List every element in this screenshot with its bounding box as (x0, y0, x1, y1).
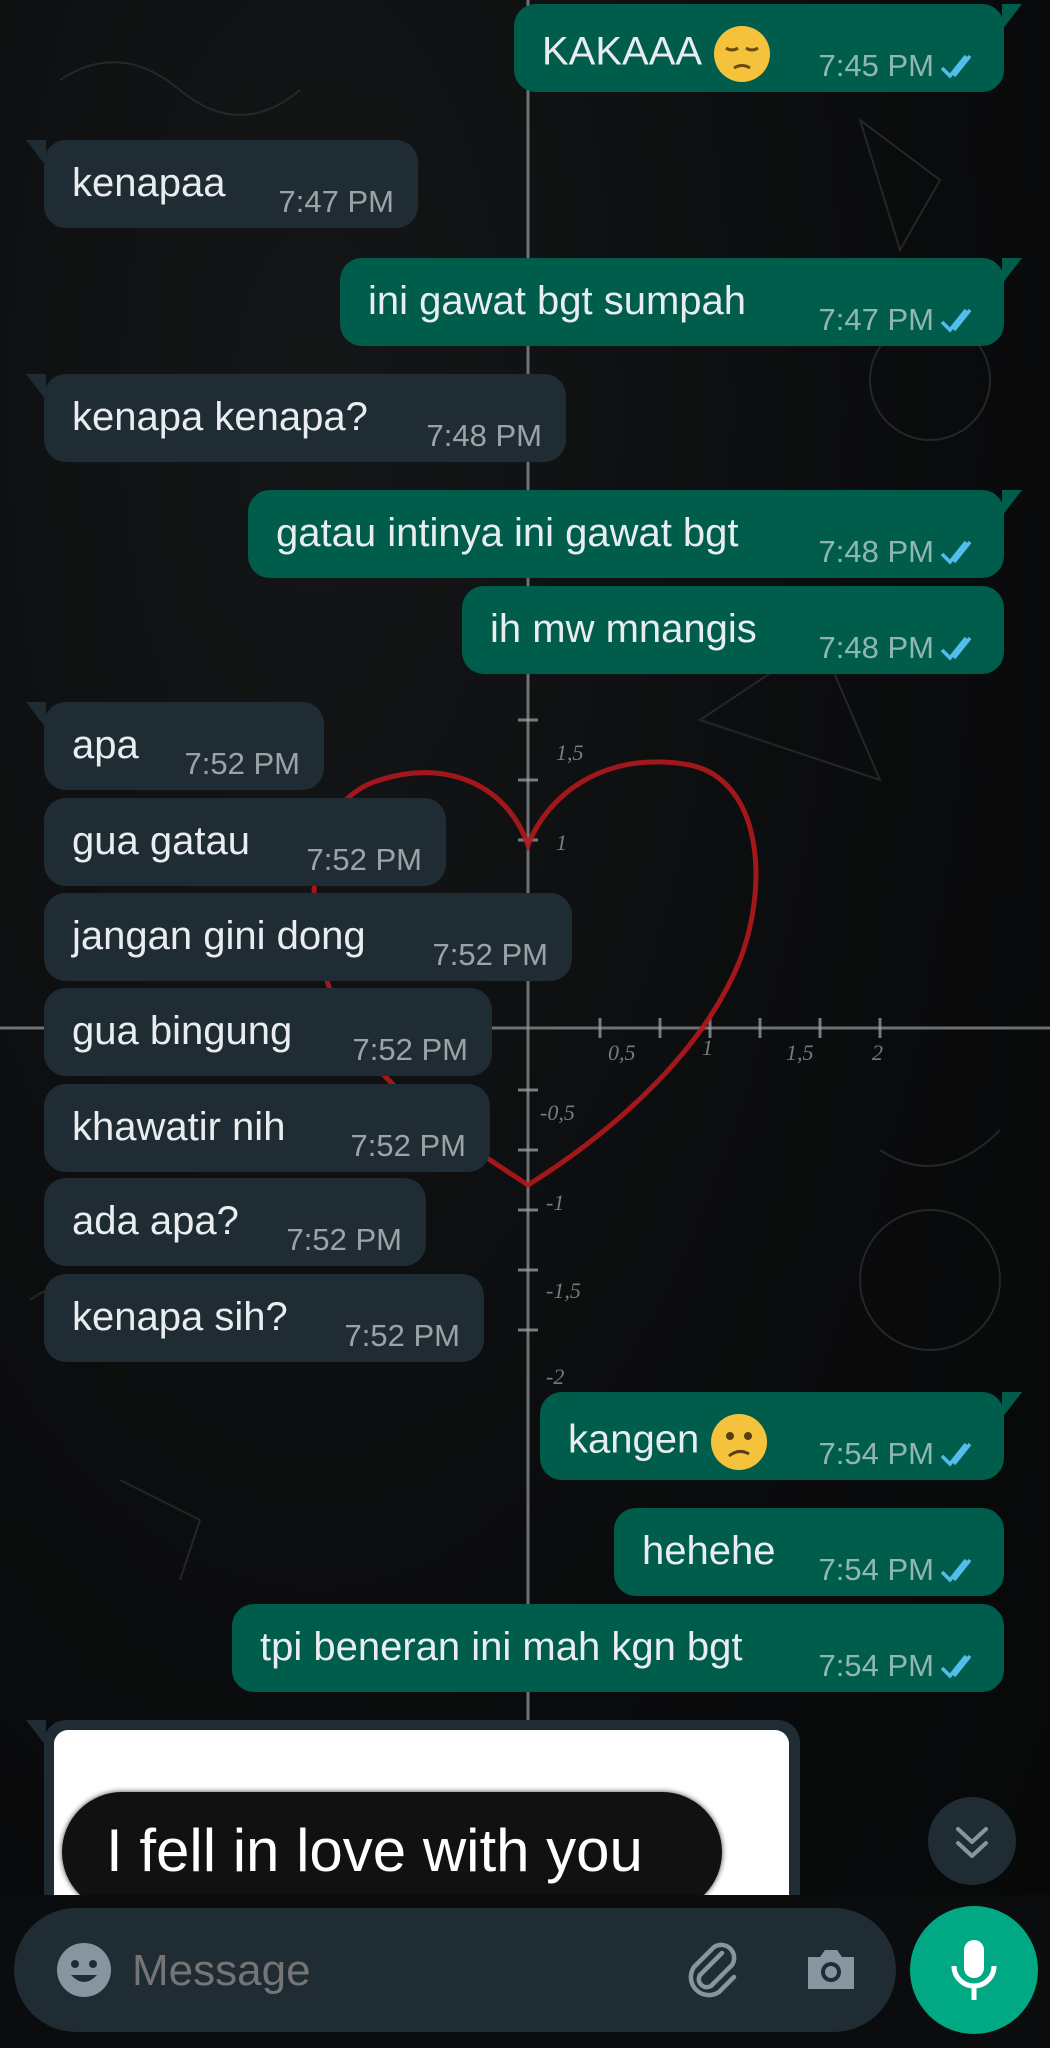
scroll-to-bottom-button[interactable] (928, 1797, 1016, 1885)
message-text: gatau intinya ini gawat bgt (276, 511, 739, 555)
outgoing-message[interactable]: ini gawat bgt sumpah 7:47 PM (340, 258, 1022, 346)
outgoing-message[interactable]: kangen 7:54 PM (540, 1392, 1022, 1480)
incoming-message[interactable]: khawatir nih 7:52 PM (44, 1084, 490, 1172)
bubble-tail (26, 702, 46, 728)
outgoing-message[interactable]: hehehe 7:54 PM (614, 1508, 1004, 1596)
mic-icon (951, 1940, 997, 2000)
message-time: 7:47 PM (278, 184, 394, 219)
message-time: 7:54 PM (818, 1436, 934, 1471)
axis-tick-label: 2 (872, 1040, 883, 1065)
outgoing-message[interactable]: gatau intinya ini gawat bgt 7:48 PM (248, 490, 1022, 578)
message-text: jangan gini dong (72, 914, 366, 958)
message-time: 7:52 PM (344, 1318, 460, 1353)
message-time: 7:52 PM (306, 842, 422, 877)
message-composer[interactable] (14, 1908, 896, 2032)
message-text: tpi beneran ini mah kgn bgt (260, 1625, 743, 1669)
message-time: 7:52 PM (352, 1032, 468, 1067)
message-input[interactable] (132, 1946, 652, 1996)
bubble-tail (26, 1720, 46, 1746)
axis-tick-label: 1 (556, 830, 567, 855)
outgoing-message[interactable]: tpi beneran ini mah kgn bgt 7:54 PM (232, 1604, 1004, 1692)
emoji-icon[interactable] (54, 1940, 114, 2000)
message-text: kenapaa (72, 161, 226, 205)
incoming-message[interactable]: jangan gini dong 7:52 PM (44, 893, 572, 981)
bubble-tail (26, 140, 46, 166)
message-time: 7:52 PM (432, 937, 548, 972)
incoming-message[interactable]: gua gatau 7:52 PM (44, 798, 446, 886)
outgoing-message[interactable]: ih mw mnangis 7:48 PM (462, 586, 1004, 674)
axis-tick-label: 1,5 (556, 740, 584, 765)
axis-tick-label: -2 (546, 1364, 564, 1389)
image-caption-text: I fell in love with you (106, 1817, 643, 1884)
message-time: 7:48 PM (426, 418, 542, 453)
read-ticks-icon (940, 54, 972, 79)
incoming-message[interactable]: apa 7:52 PM (26, 702, 324, 790)
bubble-tail (1002, 490, 1022, 516)
incoming-message[interactable]: kenapa sih? 7:52 PM (44, 1274, 484, 1362)
read-ticks-icon (940, 636, 972, 661)
attach-icon[interactable] (682, 1939, 744, 2001)
message-time: 7:48 PM (818, 630, 934, 665)
confused-face-icon (711, 1414, 768, 1470)
incoming-message[interactable]: ada apa? 7:52 PM (44, 1178, 426, 1266)
message-text: gua gatau (72, 819, 250, 863)
camera-icon[interactable] (800, 1939, 862, 2001)
pensive-face-icon (714, 26, 771, 82)
outgoing-message[interactable]: KAKAAA 7:45 PM (514, 4, 1022, 92)
read-ticks-icon (940, 1558, 972, 1583)
message-text: kenapa sih? (72, 1295, 288, 1339)
bubble-tail (26, 374, 46, 400)
message-time: 7:48 PM (818, 534, 934, 569)
read-ticks-icon (940, 1654, 972, 1679)
message-time: 7:52 PM (350, 1128, 466, 1163)
message-text: ih mw mnangis (490, 607, 757, 651)
message-time: 7:45 PM (818, 48, 934, 83)
message-time: 7:52 PM (286, 1222, 402, 1257)
read-ticks-icon (940, 1442, 972, 1467)
incoming-message[interactable]: gua bingung 7:52 PM (44, 988, 492, 1076)
voice-message-button[interactable] (910, 1906, 1038, 2034)
bubble-tail (1002, 4, 1022, 30)
message-time: 7:54 PM (818, 1648, 934, 1683)
message-text: gua bingung (72, 1009, 293, 1053)
incoming-message[interactable]: kenapa kenapa? 7:48 PM (26, 374, 566, 462)
axis-tick-label: -1 (546, 1190, 564, 1215)
read-ticks-icon (940, 308, 972, 333)
message-text: khawatir nih (72, 1105, 286, 1149)
read-ticks-icon (940, 540, 972, 565)
axis-tick-label: 1,5 (786, 1040, 814, 1065)
message-text: KAKAAA (542, 29, 703, 74)
message-text: kangen (568, 1417, 700, 1462)
chat-screen: 0,5 1 1,5 2 1,5 1 -0,5 -1 -1,5 -2 KAKAAA… (0, 0, 1050, 2048)
message-text: ada apa? (72, 1199, 239, 1243)
axis-tick-label: 0,5 (608, 1040, 636, 1065)
message-text: apa (72, 723, 139, 767)
axis-tick-label: -0,5 (540, 1100, 575, 1125)
double-chevron-down-icon (956, 1827, 988, 1858)
incoming-message[interactable]: kenapaa 7:47 PM (26, 140, 418, 228)
image-caption-pill: I fell in love with you (62, 1792, 722, 1912)
message-text: ini gawat bgt sumpah (368, 279, 747, 323)
message-time: 7:52 PM (184, 746, 300, 781)
bubble-tail (1002, 258, 1022, 284)
axis-tick-label: -1,5 (546, 1278, 581, 1303)
message-time: 7:47 PM (818, 302, 934, 337)
message-time: 7:54 PM (818, 1552, 934, 1587)
message-text: kenapa kenapa? (72, 395, 368, 439)
message-text: hehehe (642, 1529, 776, 1573)
bubble-tail (1002, 1392, 1022, 1418)
axis-tick-label: 1 (702, 1035, 713, 1060)
